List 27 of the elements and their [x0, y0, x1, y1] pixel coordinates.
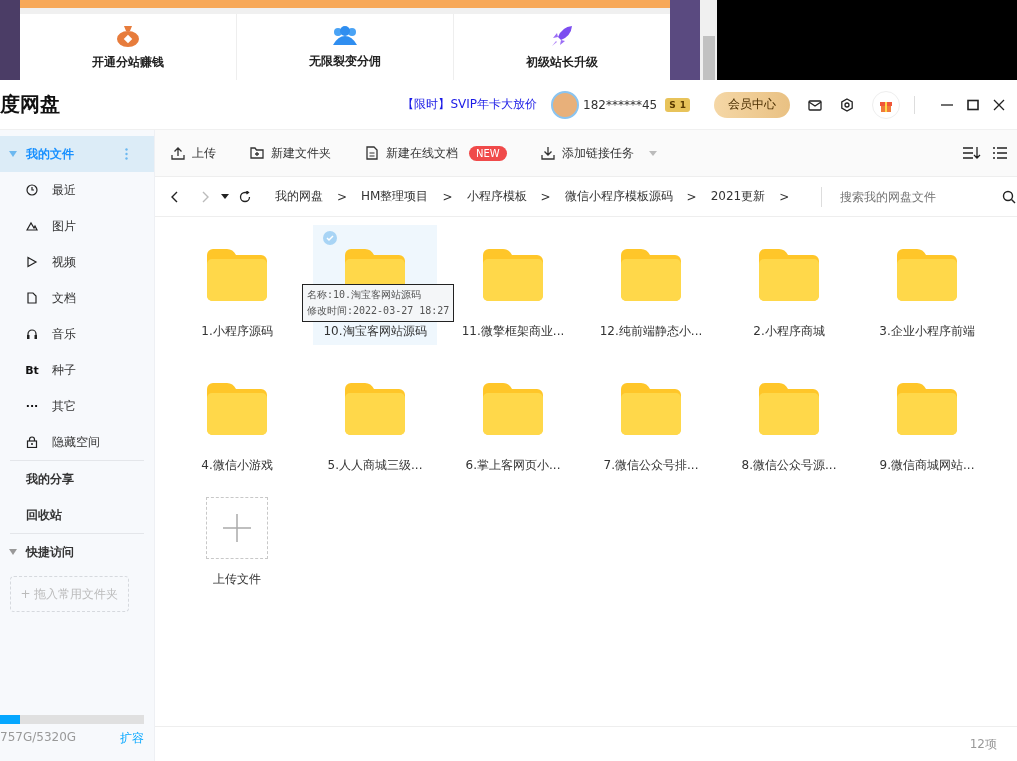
file-name: 12.纯前端静态小...	[599, 323, 703, 340]
tooltip-line: 名称:10.淘宝客网站源码	[307, 288, 423, 302]
breadcrumb-separator: >	[337, 189, 348, 204]
breadcrumb-separator: >	[442, 189, 453, 204]
file-name: 上传文件	[213, 571, 261, 588]
more-icon: ···	[26, 400, 38, 412]
level-badge: S 1	[665, 97, 690, 112]
file-name: 2.小程序商城	[753, 323, 825, 340]
storage-text: 757G/5320G	[0, 730, 77, 746]
file-name: 4.微信小游戏	[201, 457, 273, 474]
file-name: 10.淘宝客网站源码	[323, 323, 427, 340]
breadcrumb-separator: >	[779, 189, 790, 204]
bt-icon: Bt	[26, 364, 38, 376]
file-name: 7.微信公众号排...	[603, 457, 699, 474]
file-name: 5.人人商城三级...	[327, 457, 423, 474]
new-badge: NEW	[469, 145, 507, 161]
tooltip-line: 修改时间:2022-03-27 18:27	[307, 304, 450, 318]
file-name: 11.微擎框架商业...	[461, 323, 565, 340]
breadcrumb-separator: >	[540, 189, 551, 204]
file-name: 3.企业小程序前端	[879, 323, 975, 340]
window-title: 度网盘	[0, 91, 61, 118]
item-count: 12项	[969, 735, 997, 753]
file-name: 6.掌上客网页小...	[465, 457, 561, 474]
breadcrumb-separator: >	[686, 189, 697, 204]
file-name: 8.微信公众号源...	[741, 457, 837, 474]
file-name: 1.小程序源码	[201, 323, 273, 340]
file-name: 9.微信商城网站...	[879, 457, 975, 474]
